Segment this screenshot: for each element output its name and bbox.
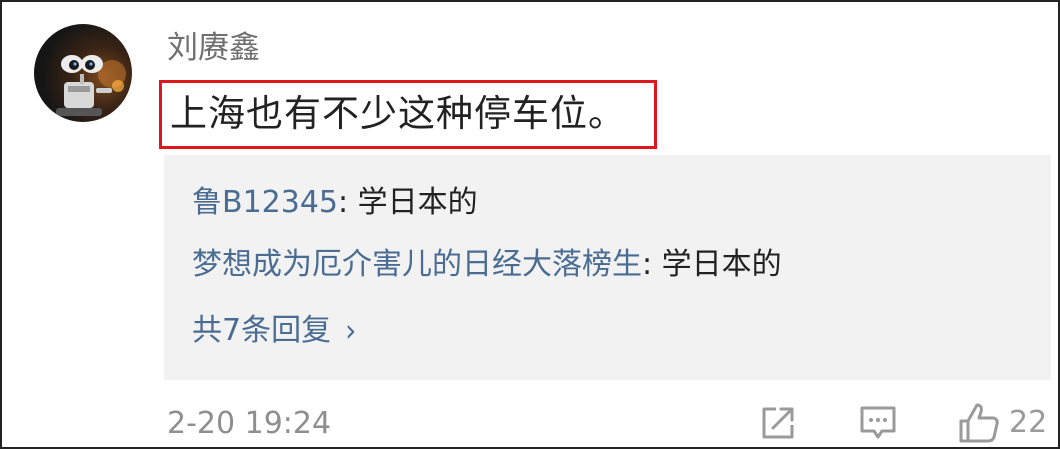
avatar[interactable]	[34, 24, 132, 122]
comment-card: 刘赓鑫 上海也有不少这种停车位。 鲁B12345: 学日本的 梦想成为厄介害儿的…	[0, 0, 1060, 449]
like-button[interactable]: 22	[957, 400, 1047, 446]
comment-text: 上海也有不少这种停车位。	[170, 92, 626, 135]
username[interactable]: 刘赓鑫	[167, 24, 260, 72]
reply-item[interactable]: 鲁B12345: 学日本的	[192, 181, 478, 225]
share-icon	[762, 407, 794, 439]
robot-avatar-icon	[56, 55, 126, 116]
reply-panel: 鲁B12345: 学日本的 梦想成为厄介害儿的日经大落榜生: 学日本的 共7条回…	[164, 155, 1051, 380]
more-replies-link[interactable]: 共7条回复 ›	[192, 309, 356, 353]
reply-item[interactable]: 梦想成为厄介害儿的日经大落榜生: 学日本的	[192, 243, 782, 287]
reply-separator: :	[338, 185, 358, 220]
chevron-right-icon: ›	[345, 312, 357, 349]
thumbs-up-icon	[959, 403, 999, 443]
reply-text: 学日本的	[357, 185, 478, 220]
share-button[interactable]	[759, 400, 797, 446]
reply-author[interactable]: 鲁B12345	[192, 185, 338, 220]
comment-icon	[860, 406, 896, 439]
like-count: 22	[1009, 405, 1048, 440]
reply-separator: :	[642, 247, 662, 282]
highlight-box: 上海也有不少这种停车位。	[159, 80, 657, 149]
reply-button[interactable]	[858, 400, 898, 446]
reply-author[interactable]: 梦想成为厄介害儿的日经大落榜生	[192, 247, 642, 282]
reply-text: 学日本的	[661, 247, 782, 282]
more-replies-label: 共7条回复	[192, 313, 332, 348]
timestamp: 2-20 19:24	[167, 406, 332, 441]
